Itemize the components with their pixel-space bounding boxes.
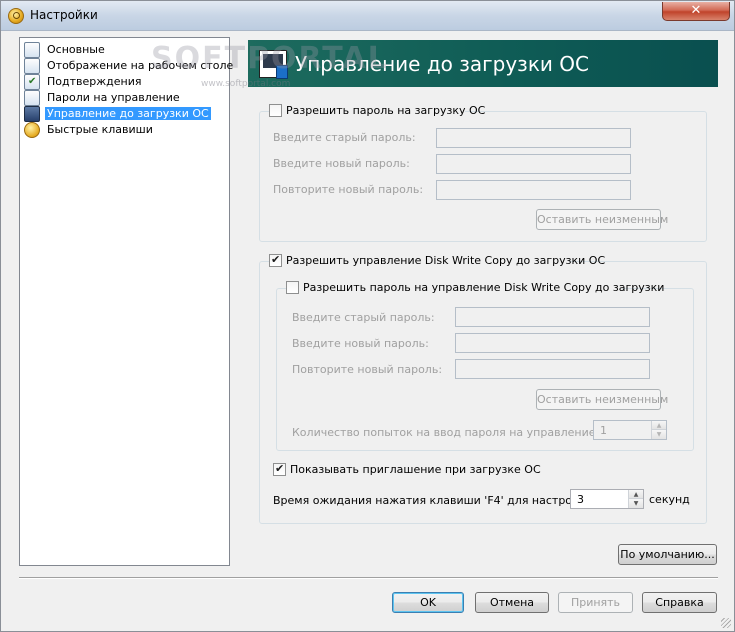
nav-item-label: Управление до загрузки ОС (45, 107, 211, 120)
desktop-icon (24, 58, 40, 74)
defaults-button[interactable]: По умолчанию... (618, 544, 717, 565)
dwc-new-password-input[interactable] (455, 333, 650, 353)
monitor-icon (24, 106, 40, 122)
close-icon: ✕ (690, 3, 702, 18)
settings-tree[interactable]: Основные Отображение на рабочем столе По… (19, 37, 233, 566)
repeat-password-label: Повторите новый пароль: (273, 183, 424, 196)
timeout-spin-buttons[interactable]: ▲ ▼ (628, 490, 643, 508)
section-header: Управление до загрузки ОС (248, 40, 718, 87)
dwc-old-password-input[interactable] (455, 307, 650, 327)
new-password-input[interactable] (436, 154, 631, 174)
section-title: Управление до загрузки ОС (295, 52, 589, 76)
show-prompt-checkbox-label: Показывать приглашение при загрузке ОС (290, 463, 541, 476)
password-key-icon (24, 90, 40, 106)
nav-item-confirmations[interactable]: Подтверждения (24, 74, 224, 90)
attempts-spinner[interactable]: 1 ▲ ▼ (593, 420, 667, 440)
close-button[interactable]: ✕ (662, 2, 730, 21)
resize-grip[interactable] (721, 618, 731, 628)
dwc-checkbox[interactable] (269, 253, 282, 267)
dwc-password-checkbox[interactable] (286, 281, 299, 294)
dwc-repeat-password-label: Повторите новый пароль: (292, 363, 443, 376)
dwc-password-checkbox-label: Разрешить пароль на управление Disk Writ… (303, 281, 665, 294)
nav-item-label: Основные (47, 43, 105, 56)
timeout-value: 3 (577, 493, 584, 506)
boot-password-checkbox-label: Разрешить пароль на загрузку ОС (286, 104, 486, 117)
app-icon (8, 8, 24, 24)
dwc-old-password-label: Введите старый пароль: (292, 311, 435, 324)
timeout-spinner[interactable]: 3 ▲ ▼ (570, 489, 644, 509)
old-password-input[interactable] (436, 128, 631, 148)
help-button[interactable]: Справка (642, 592, 717, 613)
window-title: Настройки (30, 8, 98, 22)
old-password-label: Введите старый пароль: (273, 131, 416, 144)
bottom-divider (19, 577, 718, 579)
dwc-checkbox-label: Разрешить управление Disk Write Copy до … (286, 254, 606, 267)
dwc-keep-unchanged-button[interactable]: Оставить неизменным (536, 389, 668, 410)
nav-item-label: Быстрые клавиши (47, 123, 153, 136)
title-bar[interactable]: Настройки ✕ (1, 1, 734, 31)
settings-window: Настройки ✕ Основные Отображение на рабо… (0, 0, 735, 632)
nav-item-preboot[interactable]: Управление до загрузки ОС (24, 106, 224, 122)
attempts-label: Количество попыток на ввод пароля на упр… (292, 426, 616, 439)
show-prompt-checkbox[interactable] (273, 462, 286, 476)
nav-item-passwords[interactable]: Пароли на управление (24, 90, 224, 106)
ok-button[interactable]: OK (392, 592, 464, 613)
dwc-checkbox-row[interactable]: Разрешить управление Disk Write Copy до … (269, 253, 605, 269)
boot-password-checkbox-row[interactable]: Разрешить пароль на загрузку ОС (269, 103, 485, 119)
repeat-password-input[interactable] (436, 180, 631, 200)
key-icon (24, 122, 40, 138)
nav-item-label: Отображение на рабочем столе (47, 59, 234, 72)
keep-unchanged-button[interactable]: Оставить неизменным (536, 209, 668, 230)
check-doc-icon (24, 74, 40, 90)
doc-icon (24, 42, 40, 58)
nav-item-hotkeys[interactable]: Быстрые клавиши (24, 122, 224, 138)
spin-up-icon[interactable]: ▲ (628, 490, 643, 499)
spin-up-icon[interactable]: ▲ (651, 421, 666, 430)
attempts-value: 1 (600, 424, 607, 437)
nav-item-general[interactable]: Основные (24, 42, 224, 58)
timeout-unit: секунд (649, 493, 690, 506)
watermark-url: www.softportal.com (201, 79, 291, 89)
nav-item-label: Пароли на управление (47, 91, 180, 104)
dwc-new-password-label: Введите новый пароль: (292, 337, 429, 350)
cancel-button[interactable]: Отмена (475, 592, 549, 613)
preboot-monitor-icon (259, 50, 288, 79)
nav-item-desktop[interactable]: Отображение на рабочем столе (24, 58, 233, 74)
dwc-repeat-password-input[interactable] (455, 359, 650, 379)
attempts-spin-buttons[interactable]: ▲ ▼ (651, 421, 666, 439)
show-prompt-checkbox-row[interactable]: Показывать приглашение при загрузке ОС (273, 462, 541, 478)
new-password-label: Введите новый пароль: (273, 157, 410, 170)
timeout-label: Время ожидания нажатия клавиши 'F4' для … (273, 494, 593, 507)
boot-password-checkbox[interactable] (269, 104, 282, 117)
spin-down-icon[interactable]: ▼ (628, 499, 643, 508)
nav-item-label: Подтверждения (47, 75, 142, 88)
dwc-password-checkbox-row[interactable]: Разрешить пароль на управление Disk Writ… (286, 280, 664, 296)
apply-button[interactable]: Принять (558, 592, 633, 613)
spin-down-icon[interactable]: ▼ (651, 430, 666, 439)
